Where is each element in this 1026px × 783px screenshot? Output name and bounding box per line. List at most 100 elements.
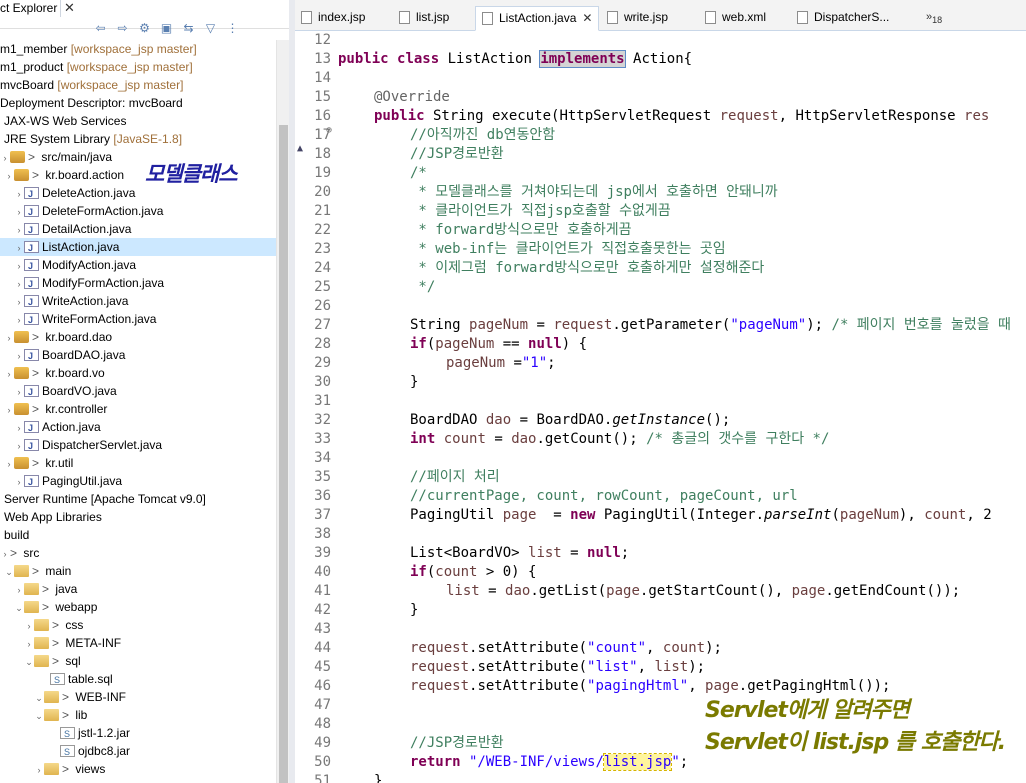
chevron-right-icon[interactable]: › [4,329,14,347]
tab-dispatcherservlet[interactable]: DispatcherS... [797,6,889,31]
tree-item[interactable]: › ListAction.java [0,238,276,257]
chevron-right-icon[interactable]: › [14,437,24,455]
tree-item[interactable]: m1_product [workspace_jsp master] [0,58,193,76]
chevron-right-icon[interactable]: › [4,167,14,185]
chevron-right-icon[interactable]: › [14,581,24,599]
chevron-right-icon[interactable]: › [14,221,24,239]
tree-item[interactable]: mvcBoard [workspace_jsp master] [0,76,183,94]
tab-write-jsp[interactable]: write.jsp [607,6,668,31]
tab-index-jsp[interactable]: index.jsp [301,6,365,31]
tree-item[interactable]: JRE System Library [JavaSE-1.8] [4,130,182,148]
close-icon[interactable]: ✕ [582,11,592,25]
tree-item[interactable]: › > src [0,544,40,563]
back-icon[interactable]: ⇦ [92,20,109,36]
chevron-right-icon[interactable]: › [14,347,24,365]
view-menu-icon[interactable]: ⋮ [224,20,241,36]
tree-item[interactable]: › > kr.controller [4,400,108,419]
tree-item[interactable]: › > src/main/java [0,148,113,167]
chevron-down-icon[interactable]: ⌄ [4,563,14,581]
more-tabs-button[interactable]: »18 [926,6,942,31]
chevron-right-icon[interactable]: › [4,365,14,383]
annotation-model-class: 모델클래스 [145,162,238,186]
chevron-right-icon[interactable]: › [24,617,34,635]
xml-file-icon [705,11,716,24]
chevron-right-icon[interactable]: › [14,473,24,491]
chevron-right-icon[interactable]: › [14,383,24,401]
tab-web-xml[interactable]: web.xml [705,6,766,31]
tree-item[interactable]: › > kr.board.vo [4,364,105,382]
chevron-right-icon[interactable]: › [14,185,24,203]
tree-item[interactable]: m1_member [workspace_jsp master] [0,40,197,58]
tree-item[interactable]: › DetailAction.java [14,220,132,239]
tree-item[interactable]: JAX-WS Web Services [4,112,126,130]
tree-item[interactable]: › > kr.util [4,454,74,473]
tree-item[interactable]: › > java [14,580,78,599]
tree-item[interactable]: › > kr.board.dao [4,328,113,347]
fold-icon[interactable]: ⊖ [326,125,332,136]
code-line-15: @Override [374,89,450,105]
tree-item[interactable]: › BoardDAO.java [14,346,126,365]
chevron-right-icon[interactable]: › [14,275,24,293]
tree-item[interactable]: ⌄ > sql [24,652,80,671]
tree-item[interactable]: › > views [34,760,106,779]
scrollbar-thumb[interactable] [279,125,288,783]
forward-icon[interactable]: ⇨ [114,20,131,36]
tree-item[interactable]: › Action.java [14,418,101,437]
chevron-right-icon[interactable]: › [14,257,24,275]
tab-listaction-java[interactable]: ListAction.java ✕ [475,6,600,31]
chevron-right-icon[interactable]: › [34,761,44,779]
filter-icon[interactable]: ▽ [202,20,219,36]
tree-item[interactable]: › BoardVO.java [14,382,117,401]
tree-item[interactable]: Server Runtime [Apache Tomcat v9.0] [4,490,206,508]
tree-item[interactable]: › DispatcherServlet.java [14,436,163,455]
tree-item[interactable]: › > META-INF [24,634,122,653]
tree-item[interactable]: ojdbc8.jar [60,742,130,761]
java-file-icon [24,347,39,365]
tree-item[interactable]: ⌄ > webapp [14,598,97,616]
tree-item[interactable]: ⌄ > WEB-INF [34,688,126,706]
code-editor[interactable]: 12 13 14 15 16 17 18 19 20 21 22 23 24 25 26 27 28 29 30 31… [295,31,1026,783]
chevron-right-icon[interactable]: › [14,311,24,329]
link-editor-icon[interactable]: ⇆ [180,20,197,36]
tree-item[interactable]: table.sql [50,670,113,689]
chevron-right-icon[interactable]: › [4,455,14,473]
tree-item[interactable]: build [4,526,29,544]
tree-item[interactable]: › ModifyAction.java [14,256,137,275]
tree-item[interactable]: ⌄ > main [4,562,71,580]
chevron-down-icon[interactable]: ⌄ [24,653,34,671]
tree-item[interactable]: › DeleteFormAction.java [14,202,164,221]
chevron-down-icon[interactable]: ⌄ [34,707,44,725]
tree-item[interactable]: ⌄ > lib [34,706,87,724]
tree-item[interactable]: › PagingUtil.java [14,472,123,491]
chevron-down-icon[interactable]: ⌄ [14,599,24,617]
tree-item[interactable]: Deployment Descriptor: mvcBoard [0,94,183,112]
annotation-line-1: Servlet에게 알려주면 [705,698,910,723]
chevron-right-icon[interactable]: › [0,149,10,167]
chevron-right-icon[interactable]: › [14,239,24,257]
line-number: 12 [314,32,331,48]
settings-icon[interactable]: ⚙ [136,20,153,36]
chevron-right-icon[interactable]: › [24,635,34,653]
explorer-title[interactable]: ct Explorer [0,0,62,17]
chevron-down-icon[interactable]: ⌄ [34,689,44,707]
chevron-right-icon[interactable]: › [14,203,24,221]
chevron-right-icon[interactable]: › [4,401,14,419]
tree-item[interactable]: › DeleteAction.java [14,184,136,203]
chevron-right-icon[interactable]: › [14,419,24,437]
collapse-all-icon[interactable]: ▣ [158,20,175,36]
tree-item-label: m1_product [0,60,64,74]
tree-item[interactable]: › > kr.board.action [4,166,125,185]
line-number: 45 [314,659,331,675]
tree-item[interactable]: › WriteAction.java [14,292,129,311]
explorer-scrollbar[interactable] [276,40,289,783]
tree-item[interactable]: Web App Libraries [4,508,102,526]
chevron-right-icon[interactable]: › [14,293,24,311]
tree-item[interactable]: jstl-1.2.jar [60,724,130,743]
tree-item[interactable]: › > css [24,616,84,635]
tree-item[interactable]: › WriteFormAction.java [14,310,157,329]
code-line-46: request.setAttribute("pagingHtml", page.… [410,678,891,694]
chevron-right-icon[interactable]: › [0,545,10,563]
close-icon[interactable]: ✕ [64,0,75,16]
tree-item[interactable]: › ModifyFormAction.java [14,274,165,293]
tab-list-jsp[interactable]: list.jsp [399,6,449,31]
